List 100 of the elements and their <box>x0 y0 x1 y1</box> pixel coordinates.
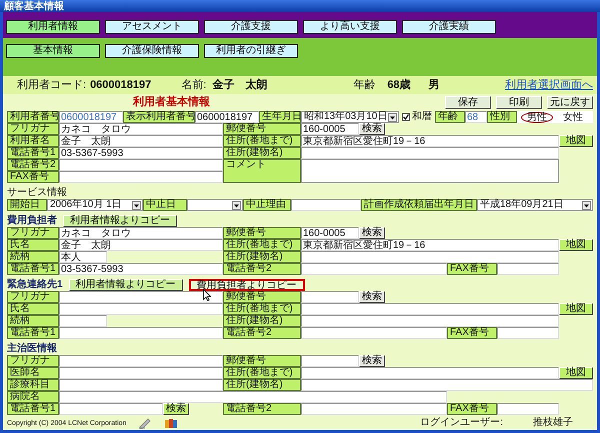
field-label: 利用者名 <box>7 135 59 147</box>
sub-tab[interactable]: 利用者の引継ぎ <box>204 44 298 58</box>
checkmark-icon <box>403 114 409 120</box>
login-user: 推枝雄子 <box>533 418 573 428</box>
field-label: 生年月日 <box>259 111 301 123</box>
field-label: 郵便番号 <box>223 227 301 239</box>
input-field[interactable] <box>59 379 223 391</box>
field-label: FAX番号 <box>447 327 497 339</box>
name-value: 金子 太朗 <box>212 80 268 90</box>
caret-icon <box>582 200 591 210</box>
dropdown[interactable]: 2006年10月 1日 <box>47 199 143 211</box>
comment-field[interactable] <box>301 159 559 183</box>
input-field[interactable]: 本人 <box>59 251 107 263</box>
field-label: 電話番号1 <box>7 327 59 339</box>
input-field[interactable]: カネコ タロウ <box>59 123 223 135</box>
sub-tab[interactable]: 基本情報 <box>6 44 100 58</box>
field-label: 中止日 <box>143 199 187 211</box>
input-field[interactable] <box>497 327 559 339</box>
age-value: 68歳 <box>387 80 411 90</box>
field-label: フリガナ <box>7 291 59 303</box>
field-label: 病院名 <box>7 391 59 403</box>
map-button[interactable]: 地図 <box>559 367 593 379</box>
user-select-link[interactable]: 利用者選択画面へ <box>505 80 593 90</box>
input-field[interactable]: 0600018197 <box>195 111 259 123</box>
dropdown[interactable]: 昭和13年03月10日 <box>301 111 399 123</box>
input-field[interactable] <box>59 315 107 327</box>
field-label: フリガナ <box>7 123 59 135</box>
input-field[interactable] <box>59 291 223 303</box>
copy-button[interactable]: 利用者情報よりコピー <box>68 278 183 290</box>
field-label: 住所(建物名) <box>223 379 301 391</box>
input-field[interactable] <box>301 315 559 327</box>
section-heading: 緊急連絡先1 <box>7 280 63 290</box>
dropdown[interactable] <box>187 199 243 211</box>
radio-option[interactable]: 女性 <box>557 112 589 122</box>
map-button[interactable]: 地図 <box>559 303 593 315</box>
search-button[interactable]: 検索 <box>163 403 189 415</box>
search-button[interactable]: 検索 <box>359 227 385 239</box>
tab[interactable]: 介護実績 <box>402 20 496 34</box>
sub-tab[interactable]: 介護保険情報 <box>105 44 199 58</box>
map-button[interactable]: 地図 <box>559 135 593 147</box>
section-heading: 主治医情報 <box>7 344 57 354</box>
radio-option[interactable]: 男性 <box>521 112 553 122</box>
input-field[interactable]: 160-0005 <box>301 123 359 135</box>
input-field[interactable]: 160-0005 <box>301 227 359 239</box>
checkbox[interactable]: 和暦 <box>399 111 435 123</box>
field-label: 利用者番号 <box>7 111 59 123</box>
input-field[interactable]: 68 <box>465 111 487 123</box>
field-label: 住所(番地まで) <box>223 239 301 251</box>
caret-icon <box>232 200 241 210</box>
dropdown[interactable]: 平成18年09月21日 <box>477 199 593 211</box>
input-field[interactable] <box>301 367 559 379</box>
age-label: 年齢 <box>353 80 376 90</box>
field-label: 医師名 <box>7 367 59 379</box>
input-field[interactable] <box>59 391 447 403</box>
input-field[interactable] <box>59 367 223 379</box>
input-field[interactable] <box>301 263 447 275</box>
tab[interactable]: 利用者情報 <box>6 20 100 34</box>
input-field[interactable] <box>301 303 559 315</box>
input-field[interactable] <box>301 403 447 415</box>
input-field[interactable] <box>497 263 559 275</box>
field-label: 郵便番号 <box>223 123 301 135</box>
action-button[interactable]: 元に戻す <box>547 96 593 108</box>
input-field[interactable]: 03-5367-5993 <box>59 263 223 275</box>
tab[interactable]: 介護支援 <box>204 20 298 34</box>
input-field[interactable] <box>497 403 559 415</box>
field-label: フリガナ <box>7 355 59 367</box>
input-field[interactable] <box>301 355 359 367</box>
input-field[interactable] <box>291 199 361 211</box>
field-label: 住所(番地まで) <box>223 303 301 315</box>
input-field[interactable] <box>301 147 559 159</box>
input-field[interactable] <box>301 379 593 391</box>
input-field[interactable] <box>301 251 559 263</box>
input-field[interactable] <box>301 327 447 339</box>
field-label: コメント <box>223 159 301 183</box>
input-field[interactable] <box>59 171 223 183</box>
field-label: FAX番号 <box>7 171 59 183</box>
search-button[interactable]: 検索 <box>359 291 385 303</box>
input-field[interactable]: カネコ タロウ <box>59 227 223 239</box>
field-label: FAX番号 <box>447 263 497 275</box>
tab[interactable]: より高い支援 <box>303 20 397 34</box>
input-field[interactable] <box>301 291 359 303</box>
copy-button[interactable]: 利用者情報よりコピー <box>63 214 177 226</box>
input-field[interactable] <box>59 159 223 171</box>
input-field[interactable] <box>59 303 223 315</box>
input-field[interactable] <box>59 327 223 339</box>
pen-icon <box>138 417 152 429</box>
action-button[interactable]: 保存 <box>445 96 491 108</box>
search-button[interactable]: 検索 <box>359 123 385 135</box>
field-label: FAX番号 <box>447 403 497 415</box>
input-field[interactable]: 03-5367-5993 <box>59 147 223 159</box>
field-label: 診療科目 <box>7 379 59 391</box>
search-button[interactable]: 検索 <box>359 355 385 367</box>
action-button[interactable]: 印刷 <box>496 96 542 108</box>
field-label: 氏名 <box>7 303 59 315</box>
input-field[interactable] <box>59 355 223 367</box>
input-field[interactable] <box>59 403 163 415</box>
input-field[interactable]: 0600018197 <box>59 111 123 123</box>
tab[interactable]: アセスメント <box>105 20 199 34</box>
map-button[interactable]: 地図 <box>559 239 593 251</box>
field-label: 郵便番号 <box>223 355 301 367</box>
